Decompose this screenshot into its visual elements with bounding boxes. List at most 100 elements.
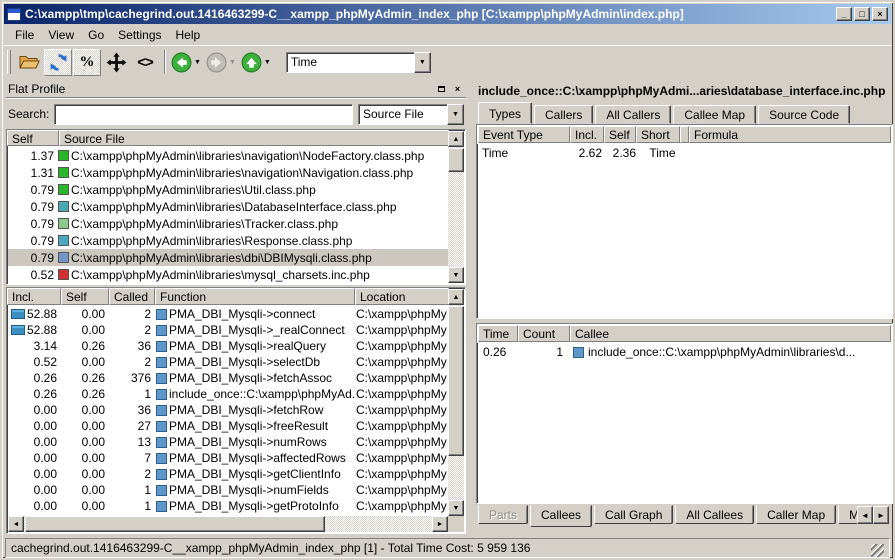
table-row[interactable]: 0.79 C:\xampp\phpMyAdmin\libraries\Util.… (8, 181, 448, 198)
percent-toggle-button[interactable]: % (73, 49, 101, 76)
table-row[interactable]: 0.00 0.00 13 PMA_DBI_Mysqli->numRows C:\… (8, 434, 448, 450)
table-row[interactable]: 0.26 1 include_once::C:\xampp\phpMyAdmin… (477, 343, 892, 361)
refresh-button[interactable] (44, 49, 72, 76)
tab[interactable]: Call Graph (594, 505, 673, 524)
table-row[interactable]: 0.00 0.00 7 PMA_DBI_Mysqli->affectedRows… (8, 450, 448, 466)
forward-button-group[interactable]: ▼ (206, 52, 236, 73)
grouping-dropdown-icon[interactable]: ▼ (447, 104, 464, 125)
self-cost-cell: 0.00 (62, 435, 110, 449)
column-header-location[interactable]: Location (355, 288, 449, 305)
table-row[interactable]: 0.00 0.00 27 PMA_DBI_Mysqli->freeResult … (8, 418, 448, 434)
open-file-button[interactable] (15, 49, 43, 76)
tab[interactable]: Types (478, 102, 532, 124)
table-row[interactable]: 0.00 0.00 1 PMA_DBI_Mysqli->getProtoInfo… (8, 498, 448, 514)
toolbar-grip[interactable] (7, 50, 11, 74)
tab[interactable]: Callees (530, 505, 592, 527)
column-header-source-file[interactable]: Source File (59, 130, 449, 146)
table-row[interactable]: 0.79 C:\xampp\phpMyAdmin\libraries\Track… (8, 215, 448, 232)
tab[interactable]: Callers (534, 105, 593, 124)
table-row[interactable]: 3.14 0.26 36 PMA_DBI_Mysqli->realQuery C… (8, 338, 448, 354)
menu-item[interactable]: View (41, 25, 81, 45)
event-type-dropdown-icon[interactable]: ▼ (414, 52, 431, 73)
table-row[interactable]: 0.00 0.00 1 PMA_DBI_Mysqli->numFields C:… (8, 482, 448, 498)
file-list-vscrollbar[interactable]: ▲ ▼ (448, 131, 464, 283)
column-header-event-type[interactable]: Event Type (478, 126, 570, 143)
tab-scroll-right-icon[interactable]: ► (873, 506, 889, 524)
scroll-right-icon[interactable]: ► (432, 516, 448, 532)
scroll-down-icon[interactable]: ▼ (448, 267, 464, 283)
dock-close-button[interactable]: × (451, 83, 464, 95)
menu-item[interactable]: Settings (111, 25, 168, 45)
title-bar[interactable]: C:\xampp\tmp\cachegrind.out.1416463299-C… (4, 4, 891, 24)
table-row[interactable]: 0.26 0.26 1 include_once::C:\xampp\phpMy… (8, 386, 448, 402)
menu-item[interactable]: File (8, 25, 41, 45)
minimize-button[interactable]: _ (836, 7, 852, 21)
tab[interactable]: All Callers (595, 105, 671, 124)
column-header-incl[interactable]: Incl. (570, 126, 604, 143)
column-header-function[interactable]: Function (155, 288, 355, 305)
column-header-time[interactable]: Time (478, 325, 518, 342)
column-header-blank[interactable] (680, 126, 689, 143)
back-button-group[interactable]: ▼ (171, 52, 201, 73)
resize-grip[interactable] (871, 544, 884, 557)
selected-function-header: include_once::C:\xampp\phpMyAdmi...aries… (478, 84, 892, 99)
column-header-self[interactable]: Self (7, 130, 59, 146)
tab-scroll-left-icon[interactable]: ◄ (857, 506, 873, 524)
tab[interactable]: Callee Map (673, 105, 756, 124)
called-count-cell: 36 (110, 403, 156, 417)
tab[interactable]: All Callees (675, 505, 754, 524)
function-list-vscrollbar[interactable]: ▲ ▼ (448, 289, 464, 516)
maximize-button[interactable]: □ (854, 7, 870, 21)
up-button-group[interactable]: ▼ (241, 52, 271, 73)
tab[interactable]: Source Code (758, 105, 850, 124)
table-row[interactable]: 0.00 0.00 2 PMA_DBI_Mysqli->getClientInf… (8, 466, 448, 482)
column-header-called[interactable]: Called (109, 288, 155, 305)
table-row[interactable]: 0.26 0.26 376 PMA_DBI_Mysqli->fetchAssoc… (8, 370, 448, 386)
column-header-self[interactable]: Self (61, 288, 109, 305)
tab[interactable]: Caller Map (756, 505, 836, 524)
scroll-left-icon[interactable]: ◄ (8, 516, 24, 532)
column-header-count[interactable]: Count (518, 325, 570, 342)
scroll-thumb[interactable] (25, 516, 325, 532)
table-row[interactable]: 0.79 C:\xampp\phpMyAdmin\libraries\Respo… (8, 232, 448, 249)
location-cell: C:\xampp\phpMy (356, 387, 448, 401)
table-row[interactable]: 0.79 C:\xampp\phpMyAdmin\libraries\Datab… (8, 198, 448, 215)
dock-float-button[interactable] (435, 83, 448, 95)
cycle-detection-button[interactable]: <> (131, 49, 159, 76)
column-header-incl[interactable]: Incl. (7, 288, 61, 305)
column-header-formula[interactable]: Formula (689, 126, 891, 143)
scroll-thumb[interactable] (448, 148, 464, 172)
scroll-up-icon[interactable]: ▲ (448, 289, 464, 305)
table-row[interactable]: Time 2.62 2.36 Time (477, 144, 892, 162)
menu-item[interactable]: Help (169, 25, 208, 45)
column-header-short[interactable]: Short (636, 126, 680, 143)
self-cost-cell: 0.79 (8, 200, 58, 214)
column-header-self[interactable]: Self (604, 126, 636, 143)
table-row[interactable]: 1.37 C:\xampp\phpMyAdmin\libraries\navig… (8, 147, 448, 164)
scroll-up-icon[interactable]: ▲ (448, 131, 464, 147)
menu-item[interactable]: Go (81, 25, 111, 45)
table-row[interactable]: 0.79 C:\xampp\phpMyAdmin\libraries\dbi\D… (8, 249, 448, 266)
flat-profile-dock-titlebar[interactable]: Flat Profile × (6, 82, 466, 99)
event-type-combobox[interactable]: Time ▼ (286, 52, 431, 73)
back-dropdown-icon[interactable]: ▼ (194, 59, 201, 66)
tab[interactable]: Parts (478, 505, 528, 524)
table-row[interactable]: 0.52 0.00 2 PMA_DBI_Mysqli->selectDb C:\… (8, 354, 448, 370)
table-row[interactable]: 1.31 C:\xampp\phpMyAdmin\libraries\navig… (8, 164, 448, 181)
scroll-thumb[interactable] (448, 306, 464, 456)
column-header-callee[interactable]: Callee (570, 325, 891, 342)
expand-cost-items-button[interactable] (102, 49, 130, 76)
search-input[interactable] (54, 104, 353, 125)
function-cell: PMA_DBI_Mysqli->realQuery (156, 339, 356, 353)
table-row[interactable]: 52.88 0.00 2 PMA_DBI_Mysqli->_realConnec… (8, 322, 448, 338)
angle-brackets-icon: <> (137, 54, 153, 71)
grouping-combobox[interactable]: Source File ▼ (358, 104, 464, 125)
function-list-hscrollbar[interactable]: ◄ ► (8, 516, 448, 532)
table-row[interactable]: 52.88 0.00 2 PMA_DBI_Mysqli->connect C:\… (8, 306, 448, 322)
table-row[interactable]: 0.52 C:\xampp\phpMyAdmin\libraries\mysql… (8, 266, 448, 283)
function-cell: PMA_DBI_Mysqli->freeResult (156, 419, 356, 433)
table-row[interactable]: 0.00 0.00 36 PMA_DBI_Mysqli->fetchRow C:… (8, 402, 448, 418)
close-button[interactable]: × (872, 7, 888, 21)
up-dropdown-icon[interactable]: ▼ (264, 59, 271, 66)
scroll-down-icon[interactable]: ▼ (448, 500, 464, 516)
